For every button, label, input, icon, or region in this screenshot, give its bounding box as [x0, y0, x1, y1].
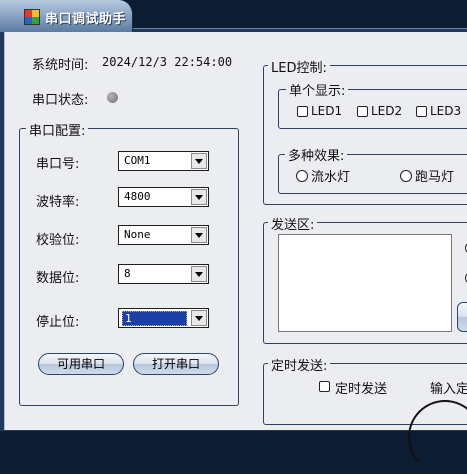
system-time-label: 系统时间: [32, 58, 89, 73]
window-title: 串口调试助手 [45, 12, 127, 27]
effects-title: 多种效果: [285, 145, 348, 164]
parity-select[interactable]: None [118, 225, 209, 245]
timed-input-label: 输入定 [430, 382, 467, 397]
system-time-value: 2024/12/3 22:54:00 [102, 55, 233, 69]
available-ports-button[interactable]: 可用串口 [38, 353, 124, 375]
open-port-button[interactable]: 打开串口 [133, 353, 219, 375]
port-select-value: COM1 [124, 154, 151, 167]
stopbits-label: 停止位: [36, 315, 80, 330]
flow-led-label: 流水灯 [311, 170, 351, 185]
chevron-down-icon[interactable] [191, 153, 207, 169]
port-status-indicator [107, 92, 118, 103]
databits-select-value: 8 [124, 267, 131, 280]
timed-send-title: 定时发送: [268, 355, 331, 374]
round-knob[interactable] [408, 400, 467, 474]
led2-label: LED2 [371, 104, 403, 118]
client-area: 系统时间: 2024/12/3 22:54:00 串口状态: 串口配置: 串口号… [4, 32, 467, 474]
databits-label: 数据位: [36, 271, 80, 286]
timed-send-checkbox[interactable] [319, 381, 330, 392]
led3-label: LED3 [430, 104, 462, 118]
baud-select-value: 4800 [124, 190, 151, 203]
flow-led-radio[interactable] [296, 170, 308, 182]
stopbits-select-value: 1 [122, 311, 187, 326]
led1-checkbox[interactable] [297, 106, 308, 117]
send-textarea[interactable] [278, 234, 452, 332]
parity-select-value: None [124, 228, 151, 241]
marquee-led-radio[interactable] [400, 170, 412, 182]
led1-label: LED1 [311, 104, 343, 118]
port-status-label: 串口状态: [32, 93, 89, 108]
stopbits-select[interactable]: 1 [118, 308, 209, 328]
led3-checkbox[interactable] [416, 106, 427, 117]
port-select[interactable]: COM1 [118, 151, 209, 171]
baud-label: 波特率: [36, 195, 80, 210]
chevron-down-icon[interactable] [191, 227, 207, 243]
port-config-title: 串口配置: [26, 120, 89, 139]
databits-select[interactable]: 8 [118, 264, 209, 284]
send-button[interactable] [457, 302, 467, 332]
window-title-tab: 串口调试助手 [0, 0, 133, 32]
single-display-title: 单个显示: [286, 80, 349, 99]
chevron-down-icon[interactable] [191, 266, 207, 282]
chevron-down-icon[interactable] [191, 189, 207, 205]
led2-checkbox[interactable] [357, 106, 368, 117]
send-title: 发送区: [268, 214, 318, 233]
marquee-led-label: 跑马灯 [415, 170, 455, 185]
chevron-down-icon[interactable] [191, 310, 207, 326]
port-label: 串口号: [36, 157, 80, 172]
baud-select[interactable]: 4800 [118, 187, 209, 207]
timed-send-checkbox-label: 定时发送 [335, 382, 388, 397]
led-control-title: LED控制: [268, 57, 330, 76]
app-icon [24, 9, 40, 25]
parity-label: 校验位: [36, 233, 80, 248]
